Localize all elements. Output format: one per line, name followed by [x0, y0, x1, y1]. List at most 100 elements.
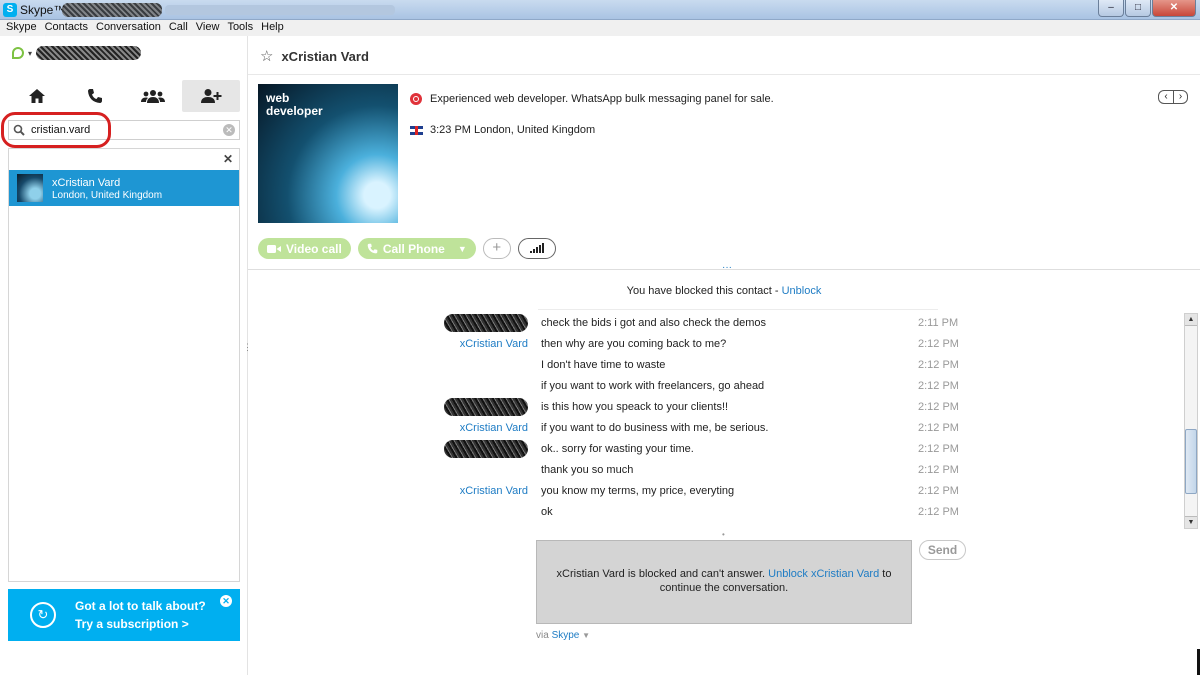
send-via-selector[interactable]: via Skype ▼ [536, 630, 590, 641]
new-group-button[interactable] [124, 80, 182, 112]
via-prefix: via [536, 630, 552, 641]
blocked-notice-text: You have blocked this contact - [626, 285, 782, 297]
scroll-up-arrow-icon[interactable]: ▲ [1185, 314, 1197, 326]
call-phone-label: Call Phone [382, 241, 445, 256]
menu-contacts[interactable]: Contacts [43, 20, 94, 36]
message-row: ok.. sorry for wasting your time. 2:12 P… [438, 440, 1158, 461]
message-time: 2:11 PM [918, 317, 959, 329]
message-row: is this how you speack to your clients!!… [438, 398, 1158, 419]
message-text: I don't have time to waste [541, 359, 666, 371]
menu-tools[interactable]: Tools [225, 20, 259, 36]
message-compose-area: xCristian Vard is blocked and can't answ… [536, 540, 912, 624]
redacted-profile-name [36, 46, 142, 60]
window-title: Skype™ [20, 3, 66, 17]
chevron-down-icon[interactable]: ▼ [458, 244, 467, 254]
message-text: ok [541, 506, 553, 518]
call-phones-button[interactable] [66, 80, 124, 112]
message-time: 2:12 PM [918, 401, 959, 413]
promo-link[interactable]: Try a subscription > [75, 617, 189, 631]
scroll-down-arrow-icon[interactable]: ▼ [1185, 516, 1197, 528]
message-sender[interactable]: xCristian Vard [460, 338, 528, 350]
uk-flag-icon [410, 125, 423, 135]
add-contact-button[interactable] [182, 80, 240, 112]
skype-logo-icon: S [3, 3, 17, 17]
menu-call[interactable]: Call [167, 20, 194, 36]
unblock-contact-link[interactable]: Unblock xCristian Vard [768, 568, 879, 580]
phone-icon [88, 89, 102, 103]
message-sender[interactable]: xCristian Vard [460, 485, 528, 497]
message-row: check the bids i got and also check the … [438, 314, 1158, 335]
send-button[interactable]: Send [919, 540, 966, 560]
message-row: if you want to work with freelancers, go… [438, 377, 1158, 398]
blocked-notice: You have blocked this contact - Unblock [248, 285, 1200, 297]
subscription-promo[interactable]: ↻ Got a lot to talk about? Try a subscri… [8, 589, 240, 641]
blocked-prefix: xCristian Vard is blocked and can't answ… [556, 568, 769, 580]
menu-view[interactable]: View [194, 20, 226, 36]
my-profile[interactable]: ▾ [12, 46, 142, 60]
unblock-link[interactable]: Unblock [782, 285, 822, 297]
message-scrollbar[interactable]: ▲ ▼ [1184, 313, 1198, 529]
message-text: if you want to work with freelancers, go… [541, 380, 765, 392]
menu-help[interactable]: Help [259, 20, 290, 36]
previous-button[interactable]: ‹ [1159, 91, 1173, 103]
message-text: check the bids i got and also check the … [541, 317, 767, 329]
message-row: xCristian Vard then why are you coming b… [438, 335, 1158, 356]
menu-bar: Skype Contacts Conversation Call View To… [0, 20, 1200, 36]
message-time: 2:12 PM [918, 506, 959, 518]
scroll-thumb[interactable] [1185, 429, 1197, 494]
sidebar: ▾ ✕ ✕ xCristian Vard London, United King… [0, 36, 248, 675]
add-to-conversation-button[interactable]: + [482, 238, 511, 259]
message-time: 2:12 PM [918, 359, 959, 371]
result-location: London, United Kingdom [52, 190, 163, 201]
promo-close-button[interactable]: ✕ [220, 595, 232, 607]
maximize-button[interactable]: □ [1125, 0, 1151, 17]
menu-conversation[interactable]: Conversation [94, 20, 167, 36]
message-time: 2:12 PM [918, 464, 959, 476]
panel-splitter[interactable]: ⋮ [243, 342, 252, 352]
expand-profile-handle[interactable]: ··· [722, 262, 732, 273]
result-name: xCristian Vard [52, 177, 121, 189]
close-results-button[interactable]: ✕ [223, 152, 233, 166]
chevron-down-icon[interactable]: ▾ [28, 49, 32, 58]
divider [538, 309, 938, 310]
message-text: is this how you speack to your clients!! [541, 401, 729, 413]
search-input[interactable] [31, 123, 221, 137]
next-button[interactable]: › [1173, 91, 1187, 103]
favorite-star-icon[interactable]: ☆ [260, 47, 273, 65]
message-row: I don't have time to waste 2:12 PM [438, 356, 1158, 377]
local-time-text: 3:23 PM London, United Kingdom [430, 124, 596, 136]
message-text: ok.. sorry for wasting your time. [541, 443, 694, 455]
divider [248, 269, 1200, 270]
mood-icon [410, 93, 422, 105]
minimize-button[interactable]: – [1098, 0, 1124, 17]
blurred-title-text [165, 5, 395, 15]
avatar [17, 174, 43, 202]
menu-skype[interactable]: Skype [4, 20, 43, 36]
video-call-button[interactable]: Video call [258, 238, 351, 259]
call-quality-button[interactable] [517, 238, 556, 259]
contact-name[interactable]: xCristian Vard [281, 49, 368, 64]
call-phone-button[interactable]: Call Phone ▼ [357, 238, 476, 259]
via-channel[interactable]: Skype [552, 630, 580, 641]
chevron-down-icon[interactable]: ▼ [582, 631, 590, 640]
message-row: thank you so much 2:12 PM [438, 461, 1158, 482]
message-time: 2:12 PM [918, 338, 959, 350]
video-call-label: Video call [286, 241, 342, 256]
home-button[interactable] [8, 80, 66, 112]
search-results: ✕ xCristian Vard London, United Kingdom [8, 148, 240, 582]
search-icon [13, 124, 25, 136]
contact-search: ✕ [8, 120, 240, 140]
redacted-sender [444, 314, 528, 332]
home-icon [29, 89, 45, 103]
divider [248, 74, 1200, 75]
clear-search-icon[interactable]: ✕ [223, 124, 235, 136]
redacted-sender [444, 440, 528, 458]
close-button[interactable]: ✕ [1152, 0, 1196, 17]
search-result-item[interactable]: xCristian Vard London, United Kingdom [9, 170, 239, 206]
profile-picture-caption: web developer [266, 91, 323, 118]
message-sender[interactable]: xCristian Vard [460, 422, 528, 434]
message-time: 2:12 PM [918, 422, 959, 434]
contact-profile-picture[interactable]: web developer [258, 84, 398, 223]
compose-resize-handle[interactable]: • [722, 530, 725, 539]
online-status-icon[interactable] [12, 47, 24, 59]
